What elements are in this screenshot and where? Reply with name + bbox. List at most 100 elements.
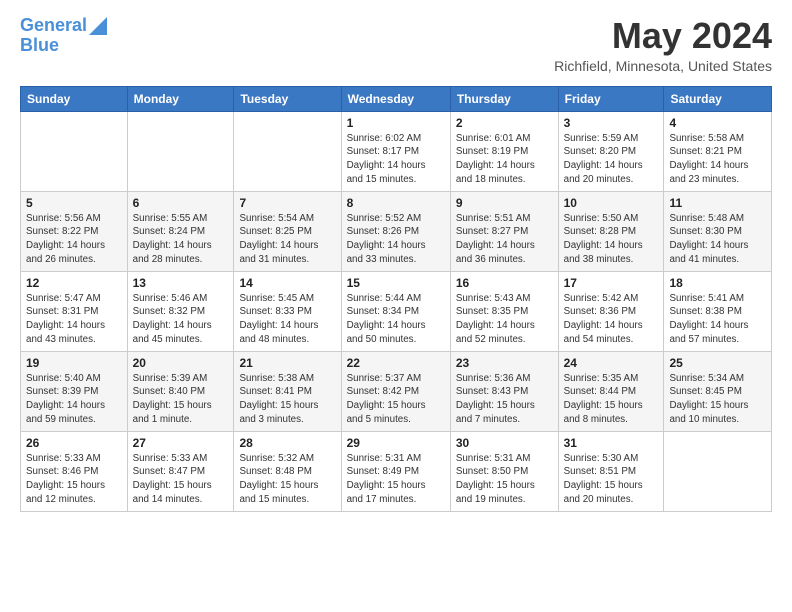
day-info: Sunrise: 5:41 AM Sunset: 8:38 PM Dayligh… xyxy=(669,292,766,347)
day-number: 6 xyxy=(133,196,229,210)
day-info: Sunrise: 5:55 AM Sunset: 8:24 PM Dayligh… xyxy=(133,212,229,267)
day-number: 31 xyxy=(564,436,659,450)
col-friday: Friday xyxy=(558,86,664,111)
day-info: Sunrise: 5:45 AM Sunset: 8:33 PM Dayligh… xyxy=(239,292,335,347)
day-number: 30 xyxy=(456,436,553,450)
day-info: Sunrise: 5:47 AM Sunset: 8:31 PM Dayligh… xyxy=(26,292,122,347)
day-number: 23 xyxy=(456,356,553,370)
day-info: Sunrise: 5:43 AM Sunset: 8:35 PM Dayligh… xyxy=(456,292,553,347)
logo-arrow-icon xyxy=(89,17,107,35)
table-row: 25Sunrise: 5:34 AM Sunset: 8:45 PM Dayli… xyxy=(664,351,772,431)
location: Richfield, Minnesota, United States xyxy=(554,58,772,74)
day-info: Sunrise: 5:52 AM Sunset: 8:26 PM Dayligh… xyxy=(347,212,445,267)
day-info: Sunrise: 5:59 AM Sunset: 8:20 PM Dayligh… xyxy=(564,132,659,187)
table-row: 13Sunrise: 5:46 AM Sunset: 8:32 PM Dayli… xyxy=(127,271,234,351)
logo-text-general: General xyxy=(20,16,87,36)
day-number: 8 xyxy=(347,196,445,210)
table-row: 30Sunrise: 5:31 AM Sunset: 8:50 PM Dayli… xyxy=(450,431,558,511)
day-info: Sunrise: 5:34 AM Sunset: 8:45 PM Dayligh… xyxy=(669,372,766,427)
day-info: Sunrise: 5:50 AM Sunset: 8:28 PM Dayligh… xyxy=(564,212,659,267)
header: General Blue May 2024 Richfield, Minneso… xyxy=(20,16,772,74)
day-number: 27 xyxy=(133,436,229,450)
logo-text-blue: Blue xyxy=(20,36,59,56)
table-row: 6 Sunrise: 5:55 AM Sunset: 8:24 PM Daylig… xyxy=(127,191,234,271)
table-row xyxy=(21,111,128,191)
title-area: May 2024 Richfield, Minnesota, United St… xyxy=(554,16,772,74)
logo: General Blue xyxy=(20,16,107,56)
day-info: Sunrise: 6:01 AM Sunset: 8:19 PM Dayligh… xyxy=(456,132,553,187)
day-number: 11 xyxy=(669,196,766,210)
table-row xyxy=(234,111,341,191)
day-info: Sunrise: 5:37 AM Sunset: 8:42 PM Dayligh… xyxy=(347,372,445,427)
table-row: 31 Sunrise: 5:30 AM Sunset: 8:51 PM Dayli… xyxy=(558,431,664,511)
table-row: 4Sunrise: 5:58 AM Sunset: 8:21 PM Daylig… xyxy=(664,111,772,191)
calendar-week-row: 26 Sunrise: 5:33 AM Sunset: 8:46 PM Dayli… xyxy=(21,431,772,511)
calendar-week-row: 12 Sunrise: 5:47 AM Sunset: 8:31 PM Dayli… xyxy=(21,271,772,351)
day-number: 3 xyxy=(564,116,659,130)
col-monday: Monday xyxy=(127,86,234,111)
day-info: Sunrise: 5:33 AM Sunset: 8:46 PM Dayligh… xyxy=(26,452,122,507)
day-info: Sunrise: 5:30 AM Sunset: 8:51 PM Dayligh… xyxy=(564,452,659,507)
day-number: 26 xyxy=(26,436,122,450)
table-row: 18Sunrise: 5:41 AM Sunset: 8:38 PM Dayli… xyxy=(664,271,772,351)
table-row: 27 Sunrise: 5:33 AM Sunset: 8:47 PM Dayli… xyxy=(127,431,234,511)
day-info: Sunrise: 6:02 AM Sunset: 8:17 PM Dayligh… xyxy=(347,132,445,187)
table-row: 7Sunrise: 5:54 AM Sunset: 8:25 PM Daylig… xyxy=(234,191,341,271)
day-info: Sunrise: 5:33 AM Sunset: 8:47 PM Dayligh… xyxy=(133,452,229,507)
day-info: Sunrise: 5:40 AM Sunset: 8:39 PM Dayligh… xyxy=(26,372,122,427)
day-number: 16 xyxy=(456,276,553,290)
table-row: 2 Sunrise: 6:01 AM Sunset: 8:19 PM Daylig… xyxy=(450,111,558,191)
table-row: 29Sunrise: 5:31 AM Sunset: 8:49 PM Dayli… xyxy=(341,431,450,511)
day-number: 24 xyxy=(564,356,659,370)
month-title: May 2024 xyxy=(554,16,772,56)
table-row: 24 Sunrise: 5:35 AM Sunset: 8:44 PM Dayli… xyxy=(558,351,664,431)
day-number: 19 xyxy=(26,356,122,370)
table-row: 1 Sunrise: 6:02 AM Sunset: 8:17 PM Daylig… xyxy=(341,111,450,191)
col-wednesday: Wednesday xyxy=(341,86,450,111)
page: General Blue May 2024 Richfield, Minneso… xyxy=(0,0,792,522)
table-row: 5Sunrise: 5:56 AM Sunset: 8:22 PM Daylig… xyxy=(21,191,128,271)
col-saturday: Saturday xyxy=(664,86,772,111)
table-row: 22Sunrise: 5:37 AM Sunset: 8:42 PM Dayli… xyxy=(341,351,450,431)
day-number: 10 xyxy=(564,196,659,210)
table-row: 16 Sunrise: 5:43 AM Sunset: 8:35 PM Dayli… xyxy=(450,271,558,351)
table-row: 11 Sunrise: 5:48 AM Sunset: 8:30 PM Dayli… xyxy=(664,191,772,271)
calendar-table: Sunday Monday Tuesday Wednesday Thursday… xyxy=(20,86,772,512)
calendar-header-row: Sunday Monday Tuesday Wednesday Thursday… xyxy=(21,86,772,111)
day-number: 1 xyxy=(347,116,445,130)
table-row: 19 Sunrise: 5:40 AM Sunset: 8:39 PM Dayli… xyxy=(21,351,128,431)
day-info: Sunrise: 5:32 AM Sunset: 8:48 PM Dayligh… xyxy=(239,452,335,507)
table-row xyxy=(664,431,772,511)
day-number: 12 xyxy=(26,276,122,290)
calendar-week-row: 1 Sunrise: 6:02 AM Sunset: 8:17 PM Daylig… xyxy=(21,111,772,191)
day-info: Sunrise: 5:46 AM Sunset: 8:32 PM Dayligh… xyxy=(133,292,229,347)
table-row: 14 Sunrise: 5:45 AM Sunset: 8:33 PM Dayli… xyxy=(234,271,341,351)
day-info: Sunrise: 5:38 AM Sunset: 8:41 PM Dayligh… xyxy=(239,372,335,427)
day-info: Sunrise: 5:35 AM Sunset: 8:44 PM Dayligh… xyxy=(564,372,659,427)
table-row: 28 Sunrise: 5:32 AM Sunset: 8:48 PM Dayli… xyxy=(234,431,341,511)
day-number: 20 xyxy=(133,356,229,370)
day-number: 2 xyxy=(456,116,553,130)
day-number: 28 xyxy=(239,436,335,450)
day-number: 17 xyxy=(564,276,659,290)
table-row: 10 Sunrise: 5:50 AM Sunset: 8:28 PM Dayli… xyxy=(558,191,664,271)
day-info: Sunrise: 5:44 AM Sunset: 8:34 PM Dayligh… xyxy=(347,292,445,347)
day-number: 14 xyxy=(239,276,335,290)
day-info: Sunrise: 5:39 AM Sunset: 8:40 PM Dayligh… xyxy=(133,372,229,427)
calendar-week-row: 5Sunrise: 5:56 AM Sunset: 8:22 PM Daylig… xyxy=(21,191,772,271)
day-info: Sunrise: 5:58 AM Sunset: 8:21 PM Dayligh… xyxy=(669,132,766,187)
day-number: 5 xyxy=(26,196,122,210)
col-sunday: Sunday xyxy=(21,86,128,111)
day-number: 15 xyxy=(347,276,445,290)
calendar-week-row: 19 Sunrise: 5:40 AM Sunset: 8:39 PM Dayli… xyxy=(21,351,772,431)
table-row xyxy=(127,111,234,191)
table-row: 15 Sunrise: 5:44 AM Sunset: 8:34 PM Dayli… xyxy=(341,271,450,351)
table-row: 20 Sunrise: 5:39 AM Sunset: 8:40 PM Dayli… xyxy=(127,351,234,431)
table-row: 23Sunrise: 5:36 AM Sunset: 8:43 PM Dayli… xyxy=(450,351,558,431)
table-row: 17Sunrise: 5:42 AM Sunset: 8:36 PM Dayli… xyxy=(558,271,664,351)
day-number: 7 xyxy=(239,196,335,210)
day-info: Sunrise: 5:48 AM Sunset: 8:30 PM Dayligh… xyxy=(669,212,766,267)
table-row: 8 Sunrise: 5:52 AM Sunset: 8:26 PM Daylig… xyxy=(341,191,450,271)
table-row: 3 Sunrise: 5:59 AM Sunset: 8:20 PM Daylig… xyxy=(558,111,664,191)
day-number: 21 xyxy=(239,356,335,370)
